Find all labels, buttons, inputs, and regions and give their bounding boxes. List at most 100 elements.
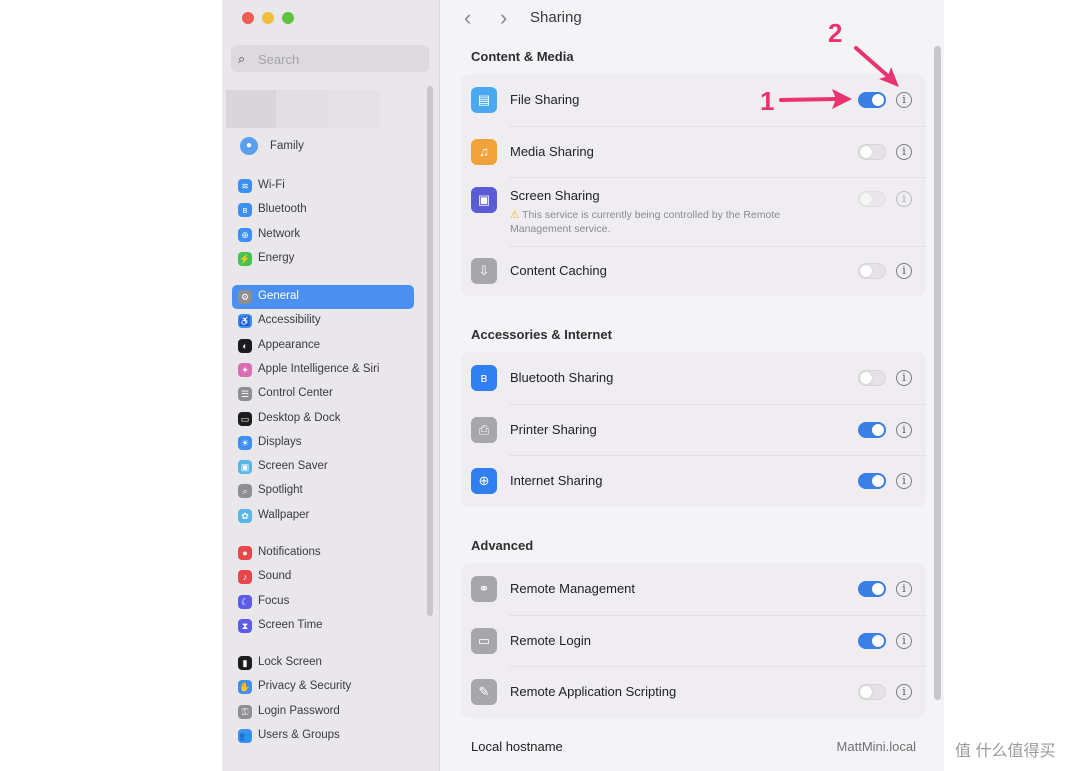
sidebar-item-wi-fi[interactable]: ≋ Wi-Fi — [232, 174, 414, 198]
control-center-icon: ☰ — [238, 387, 252, 401]
remote-management-row[interactable]: ⚭ Remote Management i — [461, 563, 926, 615]
content-scrollbar[interactable] — [934, 46, 941, 700]
info-icon[interactable]: i — [896, 191, 912, 207]
sidebar-item-label: Control Center — [258, 387, 333, 399]
sidebar-item-label: General — [258, 290, 299, 302]
account-name-blurred[interactable] — [276, 90, 328, 128]
section-heading: Accessories & Internet — [471, 327, 612, 342]
sidebar-item-bluetooth[interactable]: ʙ Bluetooth — [232, 198, 414, 222]
sidebar-item-general[interactable]: ⚙ General — [232, 285, 414, 309]
sidebar-item-appearance[interactable]: ◐ Appearance — [232, 334, 414, 358]
warning-message: This service is currently being controll… — [510, 209, 781, 235]
sidebar-item-screen-saver[interactable]: ▣ Screen Saver — [232, 455, 414, 479]
sidebar-item-focus[interactable]: ☾ Focus — [232, 590, 414, 614]
sidebar-item-apple-intelligence-siri[interactable]: ✦ Apple Intelligence & Siri — [232, 358, 414, 382]
sidebar-item-label: Screen Saver — [258, 460, 328, 472]
media-sharing-row[interactable]: ♫ Media Sharing i — [461, 126, 926, 177]
screen-time-icon: ⧗ — [238, 619, 252, 633]
search-input[interactable]: ⌕ Search — [231, 45, 429, 72]
privacy-icon: ✋ — [238, 680, 252, 694]
row-divider — [509, 177, 926, 178]
notifications-icon: ● — [238, 546, 252, 560]
settings-window: ⌕ Search ● Family ≋ Wi-Fi ʙ Bluetooth ⊕ Netwo… — [222, 0, 944, 771]
file-sharing-row[interactable]: ▤ File Sharing i — [461, 74, 926, 126]
info-icon[interactable]: i — [896, 633, 912, 649]
lock-screen-icon: ▮ — [238, 656, 252, 670]
printer-sharing-toggle[interactable] — [858, 422, 886, 438]
sidebar: ⌕ Search ● Family ≋ Wi-Fi ʙ Bluetooth ⊕ Netwo… — [222, 0, 440, 771]
bluetooth-icon: ʙ — [238, 203, 252, 217]
back-button[interactable]: ‹ — [464, 5, 471, 31]
sidebar-item-login-password[interactable]: ⚿ Login Password — [232, 700, 414, 724]
internet-sharing-toggle[interactable] — [858, 473, 886, 489]
info-icon[interactable]: i — [896, 92, 912, 108]
sidebar-item-desktop-dock[interactable]: ▭ Desktop & Dock — [232, 407, 414, 431]
row-label: Media Sharing — [510, 144, 594, 159]
sidebar-item-control-center[interactable]: ☰ Control Center — [232, 382, 414, 406]
dock-icon: ▭ — [238, 412, 252, 426]
sidebar-item-label: Screen Time — [258, 619, 323, 631]
users-icon: 👥 — [238, 729, 252, 743]
printer-sharing-row[interactable]: ⎙ Printer Sharing i — [461, 404, 926, 455]
sidebar-item-notifications[interactable]: ● Notifications — [232, 541, 414, 565]
bluetooth-sharing-toggle[interactable] — [858, 370, 886, 386]
file-sharing-toggle[interactable] — [858, 92, 886, 108]
sidebar-item-family[interactable]: ● Family — [232, 134, 414, 158]
info-icon[interactable]: i — [896, 422, 912, 438]
accessibility-icon: ♿ — [238, 314, 252, 328]
gear-icon: ⚙ — [238, 290, 252, 304]
forward-button[interactable]: › — [500, 5, 507, 31]
warning-text: ⚠ This service is currently being contro… — [510, 208, 830, 236]
info-icon[interactable]: i — [896, 144, 912, 160]
bluetooth-icon: ʙ — [471, 365, 497, 391]
sidebar-item-displays[interactable]: ☀ Displays — [232, 431, 414, 455]
sidebar-item-network[interactable]: ⊕ Network — [232, 223, 414, 247]
remote-login-toggle[interactable] — [858, 633, 886, 649]
sidebar-item-accessibility[interactable]: ♿ Accessibility — [232, 309, 414, 333]
remote-login-row[interactable]: ▭ Remote Login i — [461, 615, 926, 666]
sidebar-item-spotlight[interactable]: ⌕ Spotlight — [232, 479, 414, 503]
media-icon: ♫ — [471, 139, 497, 165]
sidebar-item-users-groups[interactable]: 👥 Users & Groups — [232, 724, 414, 748]
info-icon[interactable]: i — [896, 263, 912, 279]
annotation-number-1: 1 — [760, 86, 775, 116]
sidebar-item-label: Focus — [258, 595, 290, 607]
screen-sharing-row[interactable]: ▣ Screen Sharing ⚠ This service is current… — [461, 177, 926, 246]
row-label: Remote Management — [510, 581, 636, 596]
account-detail-blurred[interactable] — [328, 90, 380, 128]
sidebar-item-label: Sound — [258, 570, 292, 582]
media-sharing-toggle[interactable] — [858, 144, 886, 160]
sidebar-item-screen-time[interactable]: ⧗ Screen Time — [232, 614, 414, 638]
content-caching-row[interactable]: ⇩ Content Caching i — [461, 246, 926, 296]
info-icon[interactable]: i — [896, 370, 912, 386]
sidebar-item-label: Bluetooth — [258, 203, 307, 215]
close-window-button[interactable] — [242, 12, 254, 24]
remote-application-scripting-row[interactable]: ✎ Remote Application Scripting i — [461, 666, 926, 718]
sidebar-item-sound[interactable]: ♪ Sound — [232, 565, 414, 589]
printer-icon: ⎙ — [471, 417, 497, 443]
remote-application-scripting-toggle[interactable] — [858, 684, 886, 700]
info-icon[interactable]: i — [896, 473, 912, 489]
focus-icon: ☾ — [238, 595, 252, 609]
internet-sharing-row[interactable]: ⊕ Internet Sharing i — [461, 455, 926, 507]
sidebar-item-wallpaper[interactable]: ✿ Wallpaper — [232, 504, 414, 528]
sidebar-item-label: Login Password — [258, 705, 340, 717]
sidebar-item-energy[interactable]: ⚡ Energy — [232, 247, 414, 271]
sidebar-item-privacy-security[interactable]: ✋ Privacy & Security — [232, 675, 414, 699]
login-password-icon: ⚿ — [238, 705, 252, 719]
wallpaper-icon: ✿ — [238, 509, 252, 523]
local-hostname-value[interactable]: MattMini.local — [440, 739, 916, 754]
sidebar-item-lock-screen[interactable]: ▮ Lock Screen — [232, 651, 414, 675]
minimize-window-button[interactable] — [262, 12, 274, 24]
zoom-window-button[interactable] — [282, 12, 294, 24]
bluetooth-sharing-row[interactable]: ʙ Bluetooth Sharing i — [461, 352, 926, 404]
info-icon[interactable]: i — [896, 581, 912, 597]
content-caching-toggle[interactable] — [858, 263, 886, 279]
displays-icon: ☀ — [238, 436, 252, 450]
account-avatar-blurred[interactable] — [226, 90, 276, 128]
network-icon: ⊕ — [238, 228, 252, 242]
remote-management-toggle[interactable] — [858, 581, 886, 597]
screen-sharing-toggle[interactable] — [858, 191, 886, 207]
info-icon[interactable]: i — [896, 684, 912, 700]
sidebar-scrollbar[interactable] — [427, 86, 433, 616]
